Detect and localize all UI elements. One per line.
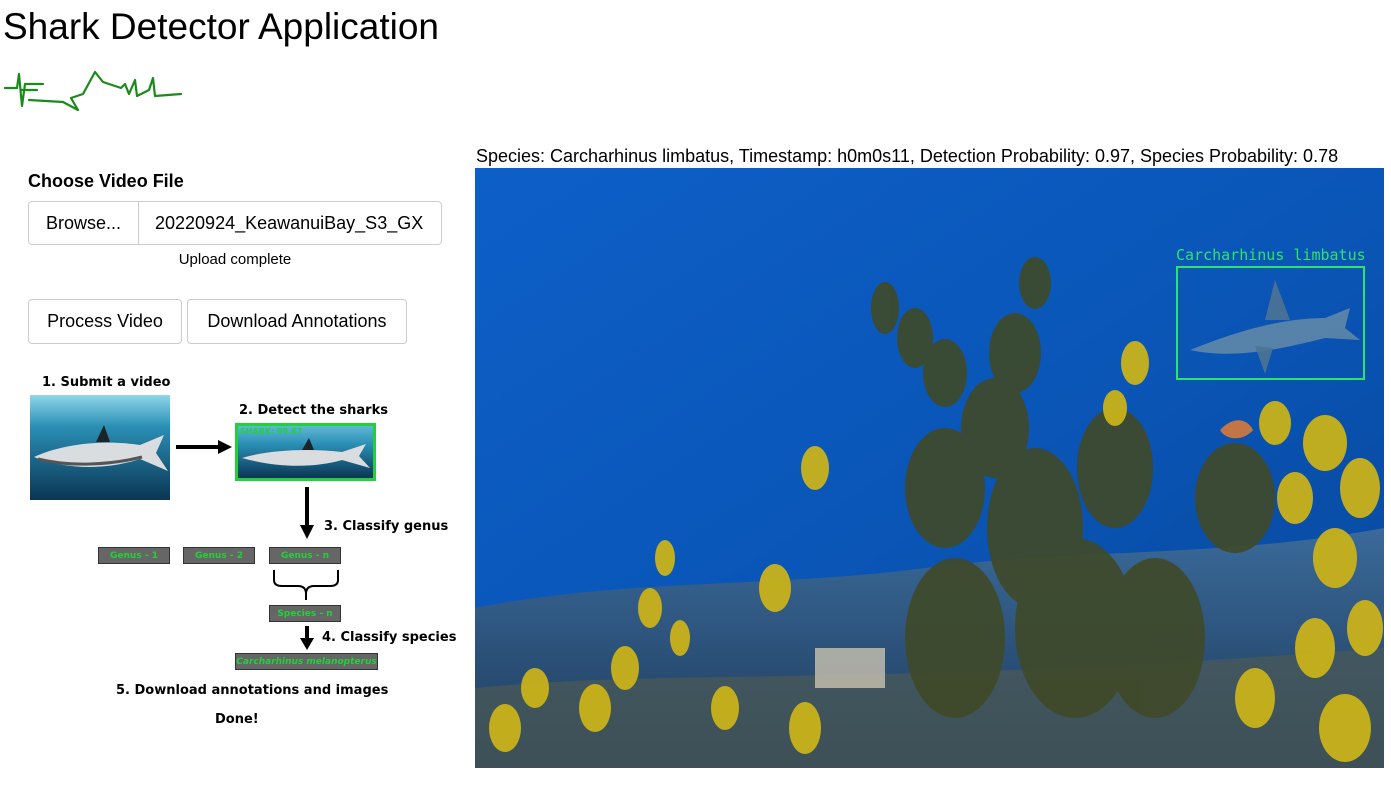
arrow-down-icon — [300, 626, 314, 650]
browse-button[interactable]: Browse... — [29, 202, 139, 244]
arrow-right-icon — [176, 440, 232, 454]
genus-chip-n: Genus - n — [269, 547, 341, 564]
selected-file-name: 20220924_KeawanuiBay_S3_GX — [155, 212, 424, 233]
arrow-down-icon — [300, 487, 314, 539]
upload-status: Upload complete — [178, 251, 292, 268]
choose-video-heading: Choose Video File — [28, 171, 184, 191]
detection-bounding-box — [1176, 266, 1365, 380]
genus-chip-2: Genus - 2 — [183, 547, 255, 564]
species-result-chip: Carcharhinus melanopterus — [235, 653, 378, 670]
workflow-step-2: 2. Detect the sharks — [239, 403, 388, 418]
workflow-step-3: 3. Classify genus — [324, 519, 449, 534]
download-annotations-button[interactable]: Download Annotations — [187, 299, 407, 344]
shark-photo-detected: SHARK: 99.67 — [235, 423, 376, 481]
genus-chip-1: Genus - 1 — [98, 547, 170, 564]
detection-box-label: Carcharhinus limbatus — [1176, 246, 1366, 264]
shark-heartbeat-logo — [3, 70, 183, 112]
process-video-button[interactable]: Process Video — [28, 299, 182, 344]
workflow-step-5: 5. Download annotations and images — [116, 683, 389, 698]
workflow-step-1: 1. Submit a video — [42, 375, 171, 390]
detection-caption: Species: Carcharhinus limbatus, Timestam… — [476, 146, 1339, 166]
brace-icon — [273, 570, 339, 600]
workflow-step-4: 4. Classify species — [322, 630, 457, 645]
video-file-input[interactable]: Browse... 20220924_KeawanuiBay_S3_GX — [28, 201, 442, 245]
shark-photo-input — [30, 395, 170, 500]
species-chip-n: Species - n — [269, 605, 341, 622]
page-title: Shark Detector Application — [3, 6, 440, 47]
workflow-done: Done! — [215, 712, 259, 727]
detection-overlay-label: SHARK: 99.67 — [240, 427, 303, 436]
